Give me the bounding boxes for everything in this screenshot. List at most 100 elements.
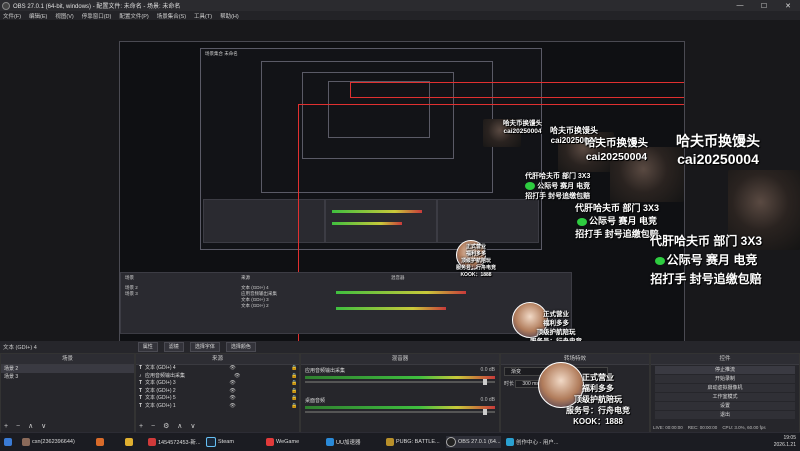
menu-file[interactable]: 文件(F): [3, 12, 21, 20]
selected-source-name: 文本 (GDI+) 4: [3, 345, 37, 351]
overlay-echo-4: 哈夫币换馒头 cai20250004: [585, 137, 648, 163]
select-font-button[interactable]: 选择字体: [189, 342, 220, 352]
cpu-status: CPU: 3.0%, 60.00 fps: [722, 425, 766, 430]
source-item[interactable]: T 文本 (GDI+) 5 👁 🔒: [136, 395, 299, 403]
lock-icon: 🔒: [290, 380, 298, 386]
preview-area[interactable]: 场景集合 未命名 场景 来源 混音器 场景 2 场景 3 文本 (GDI+) 4…: [0, 20, 800, 341]
select-color-button[interactable]: 选择颜色: [225, 342, 256, 352]
eye-icon: 👁: [229, 395, 236, 401]
scene-item[interactable]: 场景 2: [1, 365, 134, 373]
menu-help[interactable]: 帮助(H): [220, 12, 239, 20]
menu-profile[interactable]: 配置文件(P): [119, 12, 148, 20]
source-item[interactable]: T 文本 (GDI+) 2 👁 🔒: [136, 388, 299, 396]
source-item[interactable]: T 文本 (GDI+) 1 👁 🔒: [136, 403, 299, 411]
overlay-line5: 招打手 封号追缴包赔: [650, 272, 762, 286]
maximize-button[interactable]: ☐: [752, 2, 776, 10]
lock-icon: 🔒: [290, 402, 298, 409]
taskbar-item-app[interactable]: [96, 436, 104, 448]
volume-slider[interactable]: [305, 379, 495, 385]
controls-dock: 控件 停止推流 开始录制 启动虚拟摄像机 工作室模式 设置 退出: [650, 353, 800, 433]
app-icon: [96, 438, 104, 446]
overlay-line2: cai20250004: [677, 151, 759, 167]
sticker-text-main: 正式营业 福利多多 顶级护航陪玩 服务号：行舟电竞 KOOK：1888: [566, 373, 630, 426]
selection-box-red-top[interactable]: [350, 82, 684, 98]
filters-button[interactable]: 滤镜: [163, 342, 184, 352]
menu-tools[interactable]: 工具(T): [194, 12, 212, 20]
lock-icon: 🔒: [290, 365, 298, 371]
menu-view[interactable]: 视图(V): [55, 12, 73, 20]
edge-icon: [506, 438, 514, 446]
folder-icon: [125, 438, 133, 446]
clock-time: 19:05: [783, 435, 796, 441]
menu-scene-collection[interactable]: 场景集合(S): [157, 12, 186, 20]
duration-label: 时长: [504, 381, 515, 387]
virtual-camera-button[interactable]: 启动虚拟摄像机: [655, 384, 795, 392]
source-controls[interactable]: + − ⚙ ∧ ∨: [139, 422, 198, 430]
mixer-dock: 混音器 应用音频输出采集 0.0 dB 桌面音频 0.0 dB: [300, 353, 500, 433]
status-bar: LIVE: 00:00:00 REC: 00:00:00 CPU: 3.0%, …: [650, 423, 800, 432]
nested-window-title: 场景集合 未命名: [205, 51, 238, 56]
source-toolbar: 文本 (GDI+) 4 属性 滤镜 选择字体 选择颜色: [0, 341, 800, 353]
source-item[interactable]: T 文本 (GDI+) 3 👁 🔒: [136, 380, 299, 388]
overlay-line4: 公际号 赛月 电竞: [650, 251, 762, 270]
volume-meter: [305, 376, 495, 379]
channel-db: 0.0 dB: [480, 397, 495, 403]
windows-icon: [4, 438, 12, 446]
overlay-line1: 哈夫币换馒头: [676, 133, 760, 149]
start-recording-button[interactable]: 开始录制: [655, 375, 795, 383]
avatar-icon: [22, 438, 30, 446]
lock-icon: 🔒: [290, 372, 298, 379]
settings-button[interactable]: 设置: [655, 402, 795, 410]
volume-meter: [305, 406, 495, 409]
eye-icon: 👁: [229, 402, 236, 409]
source-item[interactable]: T 文本 (GDI+) 4 👁 🔒: [136, 365, 299, 373]
overlay-echo-1: 哈夫币换馒头 cai20250004: [503, 120, 542, 135]
menu-bar: 文件(F) 编辑(E) 视图(V) 停靠窗口(D) 配置文件(P) 场景集合(S…: [0, 11, 800, 20]
scene-controls[interactable]: + − ∧ ∨: [4, 422, 49, 430]
lock-icon: 🔒: [290, 387, 298, 394]
taskbar-item-chat[interactable]: 1454572453-新...: [148, 436, 201, 448]
eye-icon: 👁: [229, 365, 236, 371]
preview-canvas[interactable]: 场景集合 未命名 场景 来源 混音器 场景 2 场景 3 文本 (GDI+) 4…: [119, 41, 685, 341]
overlay-echo-3: 代肝哈夫币 部门 3X3 公际号 赛月 电竞 招打手 封号追缴包赔: [525, 173, 591, 200]
scenes-dock: 场景 场景 2 场景 3 + − ∧ ∨: [0, 353, 135, 433]
taskbar-item-wegame[interactable]: WeGame: [266, 436, 299, 448]
close-button[interactable]: ✕: [776, 2, 800, 10]
uu-icon: [326, 438, 334, 446]
taskbar-item-uu[interactable]: UU加速器: [326, 436, 360, 448]
scene-item[interactable]: 场景 3: [1, 373, 134, 381]
overlay-main-top: 哈夫币换馒头 cai20250004: [676, 132, 760, 168]
eye-icon: 👁: [229, 387, 236, 394]
studio-mode-button[interactable]: 工作室模式: [655, 393, 795, 401]
taskbar-item-creator[interactable]: 创作中心 - 用户...: [506, 436, 558, 448]
overlay-main-bottom: 代肝哈夫币 部门 3X3 公际号 赛月 电竞 招打手 封号追缴包赔: [650, 232, 762, 289]
start-button[interactable]: [4, 436, 12, 448]
properties-button[interactable]: 属性: [137, 342, 158, 352]
taskbar-item-qq[interactable]: csn(2362396644): [22, 436, 75, 448]
mixer-channel: 应用音频输出采集 0.0 dB: [301, 365, 499, 385]
live-status: LIVE: 00:00:00: [653, 425, 683, 430]
minimize-button[interactable]: —: [728, 2, 752, 9]
system-tray-clock[interactable]: 19:05 2026.1.21: [774, 435, 796, 449]
menu-edit[interactable]: 编辑(E): [29, 12, 47, 20]
taskbar-item-obs[interactable]: OBS 27.0.1 (64...: [446, 436, 501, 448]
mixer-channel: 桌面音频 0.0 dB: [301, 395, 499, 415]
source-item[interactable]: ♪ 应用音频输出采集 👁 🔒: [136, 373, 299, 381]
menu-docks[interactable]: 停靠窗口(D): [82, 12, 112, 20]
wechat-icon: [654, 256, 665, 265]
stop-streaming-button[interactable]: 停止推流: [655, 366, 795, 374]
window-titlebar: OBS 27.0.1 (64-bit, windows) - 配置文件: 未命名…: [0, 0, 800, 11]
taskbar-item-pubg[interactable]: PUBG: BATTLE...: [386, 436, 440, 448]
channel-name: 应用音频输出采集: [305, 368, 346, 374]
volume-slider[interactable]: [305, 409, 495, 415]
sticker-text-echo-2: 正式营业 福利多多 顶级护航陪玩 服务号：行舟电竞 KOOK：1888: [530, 311, 582, 341]
taskbar-item-folder[interactable]: [125, 436, 133, 448]
transitions-header: 转场特效: [501, 354, 649, 365]
wegame-icon: [266, 438, 274, 446]
lock-icon: 🔒: [290, 395, 298, 401]
mixer-header: 混音器: [301, 354, 499, 365]
taskbar-item-steam[interactable]: Steam: [206, 436, 234, 448]
exit-button[interactable]: 退出: [655, 411, 795, 419]
rec-status: REC: 00:00:00: [687, 425, 718, 430]
pubg-icon: [386, 438, 394, 446]
